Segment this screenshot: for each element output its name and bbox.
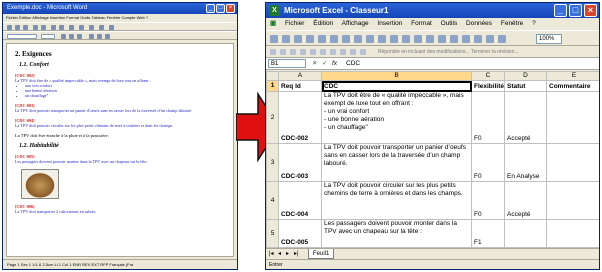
menu-fichier[interactable]: Fichier	[285, 20, 305, 27]
row-header[interactable]: 5	[266, 219, 279, 248]
table-cell[interactable]: F0	[471, 91, 505, 144]
table-cell[interactable]: La TPV doit pouvoir circuler sur les plu…	[321, 181, 472, 220]
doc-paragraph: La TPV doit être étanche à la pluie et à…	[15, 133, 109, 138]
minimize-icon[interactable]: _	[554, 4, 567, 17]
doc-heading: 2. Exigences	[15, 50, 52, 58]
zoom-select[interactable]: 100%	[536, 34, 562, 44]
word-title: Exemple.doc - Microsoft Word	[7, 5, 88, 11]
table-cell[interactable]: Accepté	[504, 181, 547, 220]
excel-standard-toolbar[interactable]: 100%	[266, 30, 599, 46]
row-header[interactable]: 2	[266, 91, 279, 144]
table-cell[interactable]	[546, 181, 599, 220]
column-header[interactable]: E	[546, 71, 599, 81]
table-cell[interactable]: Les passagers doivent pouvoir monter dan…	[321, 219, 472, 248]
word-document-page[interactable]: 2. Exigences 1.1. Confort [CDC-002] La T…	[6, 43, 234, 257]
formula-input[interactable]: CDC	[346, 58, 360, 70]
spreadsheet-grid[interactable]: A B C D E 1 Req Id CDC Flexibilité Statu…	[266, 71, 599, 248]
requirement-text: La TPV doit pouvoir circuler sur les plu…	[15, 123, 174, 128]
minimize-icon[interactable]: _	[206, 4, 215, 13]
table-cell[interactable]: En Analyse	[504, 143, 547, 182]
menu-format[interactable]: Format	[411, 20, 432, 27]
doc-section-confort: 1.1. Confort	[19, 62, 49, 68]
table-cell[interactable]: CDC-004	[278, 181, 322, 220]
table-row: 2 CDC-002 La TPV doit être de « qualité …	[266, 91, 599, 144]
menu-donnees[interactable]: Données	[466, 20, 492, 27]
requirement-text: La TPV doit transporter 2 cultivateurs e…	[15, 209, 97, 214]
menu-help[interactable]: ?	[532, 20, 536, 27]
requirement-block: [CDC-005] Les passagers doivent pouvoir …	[15, 154, 225, 164]
table-cell[interactable]	[546, 143, 599, 182]
requirement-block: [CDC-002] La TPV doit être de « qualité …	[15, 73, 225, 98]
table-cell[interactable]: F0	[471, 143, 505, 182]
word-menu-bar[interactable]: Fichier Édition Affichage Insertion Form…	[3, 14, 237, 22]
close-icon[interactable]: ×	[584, 4, 597, 17]
menu-affichage[interactable]: Affichage	[342, 20, 369, 27]
close-icon[interactable]: ×	[226, 4, 235, 13]
requirement-text: La TPV doit pouvoir transporter un panie…	[15, 108, 193, 113]
excel-status-bar: Entrer	[266, 259, 599, 269]
table-cell[interactable]: F1	[471, 219, 505, 248]
table-row: 3 CDC-003 La TPV doit pouvoir transporte…	[266, 143, 599, 182]
menu-fenetre[interactable]: Fenêtre	[501, 20, 523, 27]
column-header[interactable]: D	[504, 71, 547, 81]
doc-section-habitabilite: 1.2. Habitabilité	[19, 143, 59, 149]
formula-bar: B1 ✕ ✓ fx CDC	[266, 58, 599, 70]
word-window: Exemple.doc - Microsoft Word _ □ × Fichi…	[2, 2, 238, 270]
table-cell[interactable]: Accepté	[504, 91, 547, 144]
row-header[interactable]: 3	[266, 143, 279, 182]
table-row: 5 CDC-005 Les passagers doivent pouvoir …	[266, 219, 599, 248]
table-cell[interactable]: CDC-005	[278, 219, 322, 248]
table-header-cell[interactable]: CDC	[321, 80, 472, 92]
word-status-bar: Page 1 Sec 1 1/1 À 2,5cm Li 1 Col 1 ENR …	[3, 259, 237, 269]
excel-menu-bar: ▣ Fichier Édition Affichage Insertion Fo…	[266, 18, 599, 30]
excel-title-bar: X Microsoft Excel - Classeur1 _ □ ×	[266, 3, 599, 18]
workbook-icon[interactable]: ▣	[270, 20, 276, 27]
cancel-icon[interactable]: ✕	[312, 58, 317, 70]
excel-title: Microsoft Excel - Classeur1	[284, 6, 389, 15]
sheet-tab-bar: |◂ ◂ ▸ ▸| Feuil1	[266, 248, 599, 259]
column-header[interactable]: B	[321, 71, 472, 81]
table-header-cell[interactable]: Flexibilité	[471, 80, 505, 92]
excel-logo-icon: X	[269, 5, 280, 16]
menu-insertion[interactable]: Insertion	[377, 20, 402, 27]
row-header[interactable]: 4	[266, 181, 279, 220]
table-cell[interactable]: CDC-002	[278, 91, 322, 144]
requirement-block: [CDC-006] La TPV doit transporter 2 cult…	[15, 204, 225, 214]
table-cell[interactable]	[504, 219, 547, 248]
table-cell[interactable]: La TPV doit être de « qualité impeccable…	[321, 91, 472, 144]
function-icon[interactable]: fx	[332, 58, 337, 70]
table-cell[interactable]: La TPV doit pouvoir transporter un panie…	[321, 143, 472, 182]
table-cell[interactable]: F0	[471, 181, 505, 220]
maximize-icon[interactable]: □	[569, 4, 582, 17]
bullet-item: un chauffage"	[25, 93, 225, 98]
maximize-icon[interactable]: □	[216, 4, 225, 13]
column-header[interactable]: A	[278, 71, 322, 81]
table-header-cell[interactable]: Statut	[504, 80, 547, 92]
table-row: 4 CDC-004 La TPV doit pouvoir circuler s…	[266, 181, 599, 220]
excel-window: X Microsoft Excel - Classeur1 _ □ × ▣ Fi…	[265, 2, 600, 270]
hat-image	[21, 169, 59, 199]
menu-outils[interactable]: Outils	[441, 20, 458, 27]
requirement-bullets: aux vrai confort une bonne aération un c…	[25, 83, 225, 98]
sheet-tab[interactable]: Feuil1	[308, 249, 335, 259]
name-box[interactable]: B1	[268, 59, 306, 68]
row-header[interactable]: 1	[266, 80, 279, 92]
table-cell[interactable]	[546, 219, 599, 248]
table-cell[interactable]: CDC-003	[278, 143, 322, 182]
column-header[interactable]: C	[471, 71, 505, 81]
review-toolbar-text: Répondre en incluant des modifications..…	[378, 49, 519, 55]
requirement-text: Les passagers doivent pouvoir monter dan…	[15, 159, 149, 164]
excel-review-toolbar[interactable]: Répondre en incluant des modifications..…	[266, 46, 599, 58]
word-toolbar[interactable]	[3, 22, 237, 31]
select-all-corner[interactable]	[266, 71, 279, 81]
word-title-bar: Exemple.doc - Microsoft Word _ □ ×	[3, 3, 237, 14]
requirement-block: [CDC-003] La TPV doit pouvoir transporte…	[15, 103, 225, 113]
table-header-cell[interactable]: Commentaire	[546, 80, 599, 92]
word-format-toolbar[interactable]	[3, 31, 237, 40]
menu-edition[interactable]: Édition	[313, 20, 333, 27]
table-header-cell[interactable]: Req Id	[278, 80, 322, 92]
enter-icon[interactable]: ✓	[322, 58, 327, 70]
table-cell[interactable]	[546, 91, 599, 144]
requirement-block: [CDC-004] La TPV doit pouvoir circuler s…	[15, 118, 225, 128]
